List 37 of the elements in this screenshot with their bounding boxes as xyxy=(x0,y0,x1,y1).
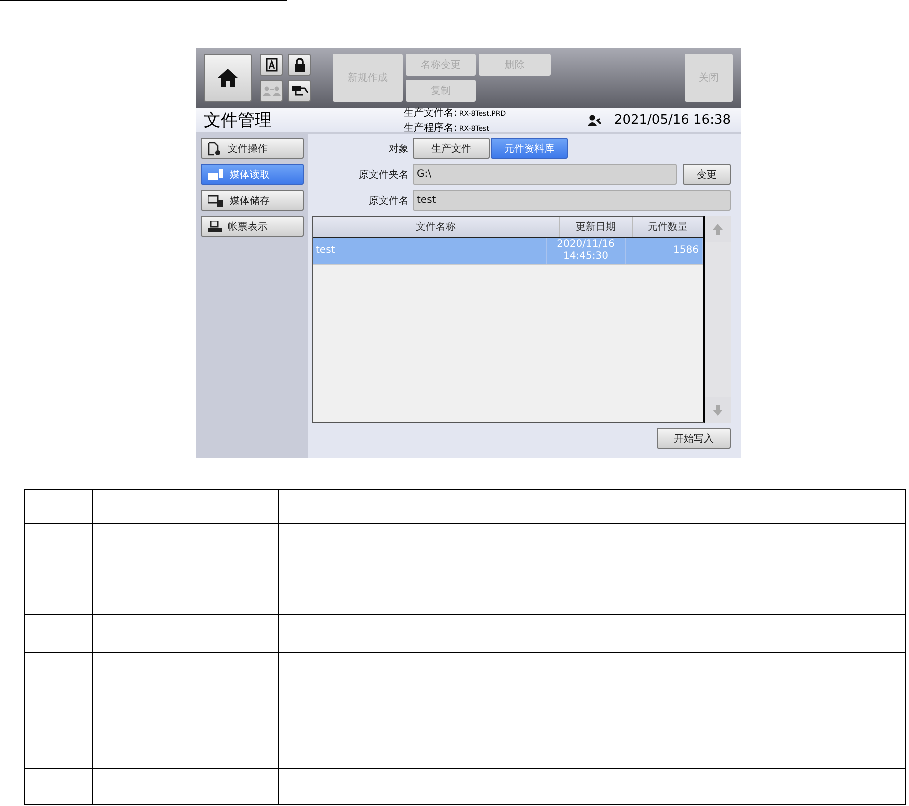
media-icon xyxy=(208,194,224,206)
field-label: 原文件夹名 xyxy=(358,168,409,182)
plug-icon xyxy=(290,85,308,97)
users-icon xyxy=(262,86,280,96)
media-icon xyxy=(208,168,224,180)
change-button[interactable]: 变更 xyxy=(683,164,731,185)
start-write-button[interactable]: 开始写入 xyxy=(657,428,731,449)
folder-field[interactable]: G:\ xyxy=(413,164,677,185)
field-label: 原文件名 xyxy=(368,194,409,208)
printer-icon xyxy=(208,220,222,232)
home-icon xyxy=(217,68,239,88)
sidebar-item[interactable]: 媒体储存 xyxy=(201,190,304,211)
document-icon xyxy=(208,142,222,156)
letter-box-icon xyxy=(266,58,278,72)
toolbar-icon-button[interactable] xyxy=(288,80,311,102)
toolbar-icon-button[interactable] xyxy=(288,54,311,76)
sidebar-item[interactable]: 文件操作 xyxy=(201,138,304,159)
sidebar-item[interactable]: 帐票表示 xyxy=(201,216,304,237)
info-label: 生产程序名: xyxy=(404,123,458,134)
table-cell: 1586 xyxy=(626,238,703,264)
up-arrow-icon xyxy=(713,224,723,234)
info-label: 生产文件名: xyxy=(404,108,458,119)
home-button[interactable] xyxy=(204,54,252,102)
down-arrow-icon xyxy=(713,404,723,416)
user-wrench-icon xyxy=(588,114,602,126)
lock-icon xyxy=(294,58,306,72)
date-time: 2021/05/16 16:38 xyxy=(614,112,731,128)
table-cell: test xyxy=(313,238,547,264)
table-cell: 2020/11/16 14:45:30 xyxy=(547,238,626,264)
field-label: 对象 xyxy=(388,142,409,156)
toolbar-icon-button[interactable] xyxy=(260,54,283,76)
column-header: 元件数量 xyxy=(647,221,689,235)
target-tab[interactable]: 生产文件 xyxy=(413,138,490,159)
column-header: 更新日期 xyxy=(560,217,633,237)
filename-field[interactable]: test xyxy=(413,190,731,211)
column-header: 文件名称 xyxy=(313,217,560,237)
page-title: 文件管理 xyxy=(204,110,273,132)
